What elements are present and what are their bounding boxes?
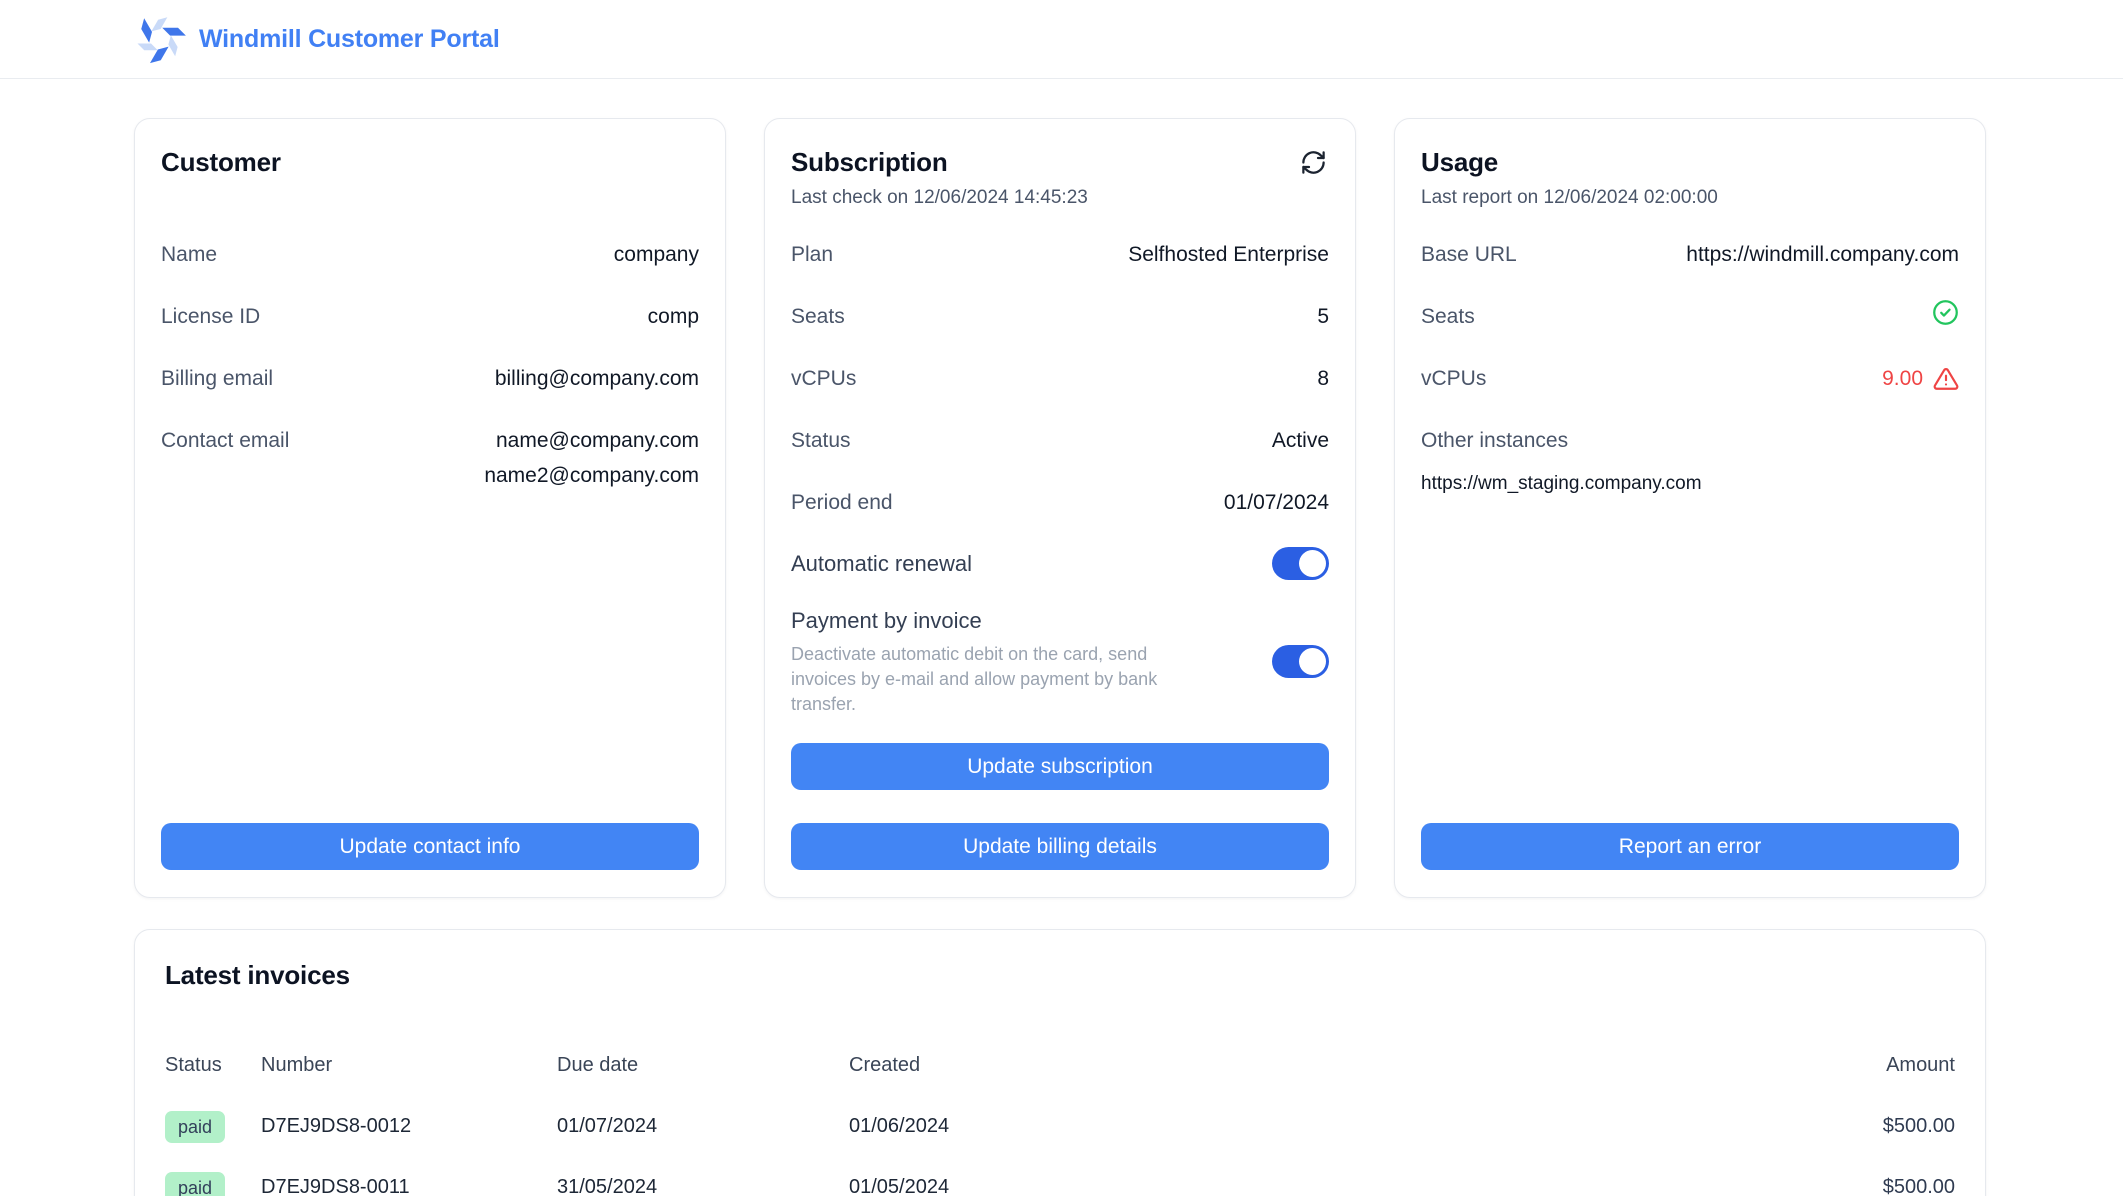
contact-email-2: name2@company.com — [484, 458, 699, 493]
automatic-renewal-label: Automatic renewal — [791, 549, 972, 579]
vcpus-status: 9.00 — [1882, 361, 1959, 396]
column-header-number: Number — [261, 1054, 557, 1077]
automatic-renewal-row: Automatic renewal — [791, 547, 1329, 580]
warning-triangle-icon — [1933, 366, 1959, 392]
vcpus-value: 9.00 — [1882, 361, 1923, 396]
contact-email-1: name@company.com — [484, 423, 699, 458]
base-url-row: Base URL https://windmill.company.com — [1421, 237, 1959, 272]
usage-seats-row: Seats — [1421, 299, 1959, 334]
payment-by-invoice-description: Deactivate automatic debit on the card, … — [791, 642, 1191, 717]
invoice-due-date: 31/05/2024 — [557, 1176, 849, 1196]
field-label: Contact email — [161, 423, 289, 458]
field-value: 8 — [1317, 361, 1329, 396]
update-subscription-button[interactable]: Update subscription — [791, 743, 1329, 790]
field-label: vCPUs — [791, 361, 856, 396]
field-label: Other instances — [1421, 423, 1568, 458]
check-circle-icon — [1932, 299, 1959, 326]
customer-license-row: License ID comp — [161, 299, 699, 334]
field-label: Seats — [791, 299, 845, 334]
update-billing-details-button[interactable]: Update billing details — [791, 823, 1329, 870]
invoices-title: Latest invoices — [165, 958, 1955, 992]
last-check-text: Last check on 12/06/2024 14:45:23 — [791, 185, 1329, 211]
report-an-error-button[interactable]: Report an error — [1421, 823, 1959, 870]
column-header-due-date: Due date — [557, 1054, 849, 1077]
invoice-created: 01/05/2024 — [849, 1176, 1755, 1196]
refresh-icon[interactable] — [1298, 147, 1329, 178]
field-value: Selfhosted Enterprise — [1128, 237, 1329, 272]
payment-by-invoice-toggle[interactable] — [1272, 645, 1329, 678]
table-row: paid D7EJ9DS8-0011 31/05/2024 01/05/2024… — [165, 1157, 1955, 1196]
customer-card: Customer Name company License ID comp Bi… — [134, 118, 726, 898]
plan-row: Plan Selfhosted Enterprise — [791, 237, 1329, 272]
customer-name-row: Name company — [161, 237, 699, 272]
field-value: Active — [1272, 423, 1329, 458]
customer-card-title: Customer — [161, 145, 699, 179]
invoice-amount: $500.00 — [1755, 1115, 1955, 1138]
usage-card: Usage Last report on 12/06/2024 02:00:00… — [1394, 118, 1986, 898]
status-badge: paid — [165, 1172, 225, 1196]
field-value: name@company.com name2@company.com — [484, 423, 699, 493]
field-label: License ID — [161, 299, 260, 334]
field-value: billing@company.com — [495, 361, 699, 396]
status-badge: paid — [165, 1111, 225, 1143]
field-label: Seats — [1421, 299, 1475, 334]
main-content: Customer Name company License ID comp Bi… — [0, 79, 2123, 1196]
update-contact-info-button[interactable]: Update contact info — [161, 823, 699, 870]
seats-row: Seats 5 — [791, 299, 1329, 334]
customer-billing-email-row: Billing email billing@company.com — [161, 361, 699, 396]
column-header-created: Created — [849, 1054, 1755, 1077]
other-instances-row: Other instances — [1421, 423, 1959, 458]
invoices-table: Status Number Due date Created Amount pa… — [165, 1048, 1955, 1196]
field-label: Billing email — [161, 361, 273, 396]
column-header-status: Status — [165, 1054, 261, 1077]
field-value: 5 — [1317, 299, 1329, 334]
subscription-card-title: Subscription — [791, 145, 948, 179]
field-value: comp — [648, 299, 699, 334]
latest-invoices-card: Latest invoices Status Number Due date C… — [134, 929, 1986, 1196]
other-instance-url: https://wm_staging.company.com — [1421, 471, 1959, 497]
windmill-logo-icon — [133, 12, 187, 66]
invoice-created: 01/06/2024 — [849, 1115, 1755, 1138]
field-label: Status — [791, 423, 851, 458]
field-label: vCPUs — [1421, 361, 1486, 396]
table-row: paid D7EJ9DS8-0012 01/07/2024 01/06/2024… — [165, 1096, 1955, 1157]
column-header-amount: Amount — [1755, 1054, 1955, 1077]
payment-by-invoice-row: Payment by invoice Deactivate automatic … — [791, 606, 1329, 717]
seats-status — [1932, 299, 1959, 326]
invoice-number: D7EJ9DS8-0012 — [261, 1115, 557, 1138]
field-value: 01/07/2024 — [1224, 485, 1329, 520]
invoice-amount: $500.00 — [1755, 1176, 1955, 1196]
last-report-text: Last report on 12/06/2024 02:00:00 — [1421, 185, 1959, 211]
field-label: Period end — [791, 485, 893, 520]
top-bar: Windmill Customer Portal — [0, 0, 2123, 79]
toggle-knob — [1299, 648, 1326, 675]
app-title: Windmill Customer Portal — [199, 25, 500, 54]
toggle-knob — [1299, 550, 1326, 577]
usage-vcpus-row: vCPUs 9.00 — [1421, 361, 1959, 396]
field-label: Plan — [791, 237, 833, 272]
field-value: https://windmill.company.com — [1686, 237, 1959, 272]
invoices-header-row: Status Number Due date Created Amount — [165, 1048, 1955, 1082]
status-row: Status Active — [791, 423, 1329, 458]
cards-row: Customer Name company License ID comp Bi… — [134, 118, 1986, 889]
payment-by-invoice-text: Payment by invoice Deactivate automatic … — [791, 606, 1191, 717]
invoice-due-date: 01/07/2024 — [557, 1115, 849, 1138]
payment-by-invoice-label: Payment by invoice — [791, 606, 1191, 636]
invoice-number: D7EJ9DS8-0011 — [261, 1176, 557, 1196]
automatic-renewal-toggle[interactable] — [1272, 547, 1329, 580]
usage-card-title: Usage — [1421, 145, 1959, 179]
period-end-row: Period end 01/07/2024 — [791, 485, 1329, 520]
field-value: company — [614, 237, 699, 272]
vcpus-row: vCPUs 8 — [791, 361, 1329, 396]
field-label: Base URL — [1421, 237, 1517, 272]
customer-contact-email-row: Contact email name@company.com name2@com… — [161, 423, 699, 493]
subscription-card: Subscription Last check on 12/06/2024 14… — [764, 118, 1356, 898]
field-label: Name — [161, 237, 217, 272]
